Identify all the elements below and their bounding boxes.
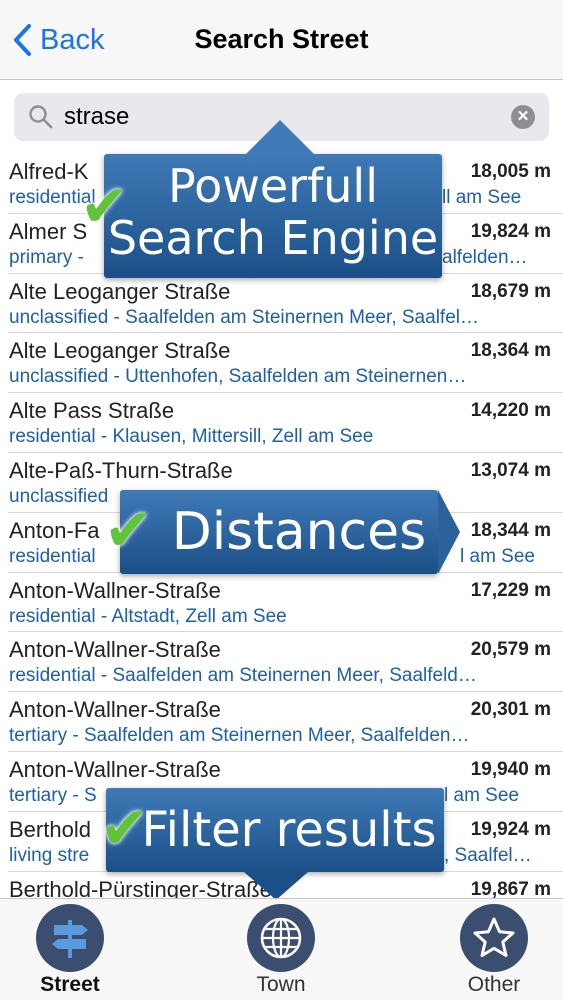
street-distance: 18,344 m [470, 519, 551, 541]
street-name: Anton-Wallner-Straße [9, 637, 221, 663]
street-name: Alte Leoganger Straße [9, 338, 231, 364]
star-icon [460, 904, 528, 972]
row-fragment: , Saalfel… [444, 845, 532, 867]
row-fragment: alfelden… [442, 247, 528, 268]
row-fragment: ll am See [442, 187, 522, 208]
distances-banner: Distances [120, 490, 460, 574]
page-title: Search Street [194, 24, 369, 54]
tab-town[interactable]: Town [211, 899, 351, 1000]
street-name: Alte-Paß-Thurn-Straße [9, 457, 233, 483]
street-details: tertiary - Saalfelden am Steinernen Meer… [9, 725, 470, 747]
signpost-icon [36, 904, 104, 972]
banner-pointer [438, 490, 460, 574]
street-name: Berthold-Pürstinger-Straße [9, 876, 272, 898]
search-icon [29, 105, 53, 129]
list-item[interactable]: Anton-Wallner-Straße 20,579 m residential … [8, 632, 563, 693]
checkmark-icon: ✔ [104, 496, 153, 564]
banner-line: Search Engine [107, 211, 439, 265]
list-item[interactable]: Anton-Wallner-Straße 17,229 m residential … [8, 573, 563, 633]
street-distance: 14,220 m [470, 400, 551, 422]
tab-street[interactable]: Street [0, 899, 140, 1000]
street-details: unclassified - Uttenhofen, Saalfelden am… [9, 366, 467, 388]
row-fragment: l am See [460, 546, 535, 568]
search-engine-banner: Powerfull Search Engine [104, 120, 442, 278]
street-name: Anton-Wallner-Straße [9, 577, 221, 603]
street-distance: 20,579 m [470, 639, 551, 661]
tab-label: Street [40, 973, 100, 996]
row-fragment: l am See [444, 785, 519, 807]
street-distance: 13,074 m [470, 459, 551, 481]
list-item[interactable]: Alte Pass Straße 14,220 m residential - Kl… [8, 393, 563, 453]
globe-icon [247, 904, 315, 972]
checkmark-icon: ✔ [80, 172, 129, 240]
street-name: Alte Pass Straße [9, 398, 175, 424]
street-distance: 19,824 m [470, 220, 551, 242]
tab-label: Other [467, 973, 521, 996]
nav-bar: Back Search Street [0, 0, 563, 80]
street-details: residential - Altstadt, Zell am See [9, 605, 287, 627]
street-name: Anton-Fa [9, 517, 100, 543]
street-distance: 18,679 m [470, 280, 551, 302]
checkmark-icon: ✔ [100, 794, 149, 862]
street-name: Alte Leoganger Straße [9, 278, 231, 304]
street-distance: 18,005 m [470, 161, 551, 182]
tab-label: Town [256, 973, 306, 996]
street-name: Anton-Wallner-Straße [9, 697, 221, 723]
street-distance: 19,924 m [470, 818, 551, 840]
clear-icon[interactable]: ✕ [511, 105, 535, 129]
street-name: Alfred-K [9, 159, 89, 184]
tab-other[interactable]: Other [424, 899, 563, 1000]
tab-bar: Street Town Other [0, 898, 563, 1000]
list-item[interactable]: Alte Leoganger Straße 18,679 m unclassifie… [8, 274, 563, 334]
street-distance: 19,867 m [470, 878, 551, 898]
street-details: residential - Saalfelden am Steinernen M… [9, 665, 477, 687]
list-item[interactable]: Alte Leoganger Straße 18,364 m unclassifie… [8, 333, 563, 394]
street-distance: 19,940 m [470, 758, 551, 780]
street-name: Almer S [9, 218, 88, 244]
banner-line: Filter results [141, 802, 437, 858]
street-details: unclassified - Saalfelden am Steinernen … [9, 306, 479, 328]
banner-pointer [246, 120, 314, 154]
street-distance: 20,301 m [470, 699, 551, 721]
banner-line: Powerfull [168, 159, 378, 213]
filter-banner: Filter results [106, 788, 444, 900]
list-item[interactable]: Anton-Wallner-Straße 20,301 m tertiary - S… [8, 692, 563, 752]
street-distance: 18,364 m [470, 340, 551, 362]
street-distance: 17,229 m [470, 579, 551, 601]
street-name: Berthold [9, 816, 91, 842]
street-name: Anton-Wallner-Straße [9, 756, 221, 782]
street-details: residential - Klausen, Mittersill, Zell … [9, 426, 374, 448]
banner-pointer [244, 872, 308, 900]
banner-line: Distances [171, 502, 427, 562]
